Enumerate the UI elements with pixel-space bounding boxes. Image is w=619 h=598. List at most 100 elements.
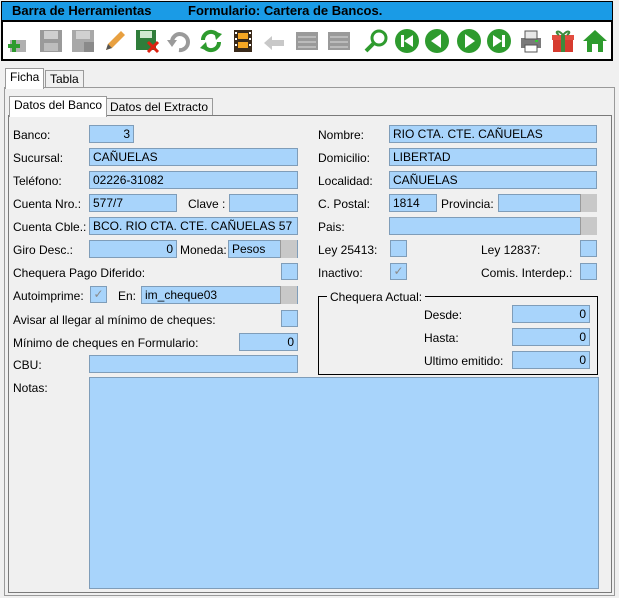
avisar-label: Avisar al llegar al mínimo de cheques:	[13, 313, 216, 327]
toolbar-title: Barra de Herramientas	[12, 3, 152, 18]
ultimo-field[interactable]: 0	[512, 351, 590, 369]
grid-button-2[interactable]	[325, 26, 353, 56]
nombre-label: Nombre:	[318, 128, 365, 142]
add-button[interactable]	[5, 26, 33, 56]
moneda-label: Moneda:	[180, 243, 227, 257]
gift-button[interactable]	[549, 26, 577, 56]
en-dropdown-button[interactable]	[280, 286, 297, 304]
home-icon	[583, 30, 607, 52]
comis-interdep-checkbox[interactable]	[580, 263, 597, 280]
localidad-field[interactable]: CAÑUELAS	[389, 171, 597, 189]
avisar-checkbox[interactable]	[281, 310, 298, 327]
autoimprime-checkbox[interactable]: ✓	[90, 286, 107, 303]
provincia-label: Provincia:	[441, 197, 494, 211]
inactivo-checkbox[interactable]: ✓	[390, 263, 407, 280]
en-select[interactable]: im_cheque03	[141, 286, 298, 304]
tab-ficha[interactable]: Ficha	[5, 68, 45, 89]
provincia-dropdown-button[interactable]	[580, 194, 597, 212]
last-record-button[interactable]	[485, 26, 513, 56]
ultimo-label: Ultimo emitido:	[424, 354, 504, 368]
sucursal-field[interactable]: CAÑUELAS	[89, 148, 298, 166]
telefono-field[interactable]: 02226-31082	[89, 171, 298, 189]
first-record-button[interactable]	[393, 26, 421, 56]
pais-select[interactable]	[389, 217, 597, 235]
print-button[interactable]	[517, 26, 545, 56]
edit-button[interactable]	[101, 26, 129, 56]
notas-textarea[interactable]	[89, 377, 599, 589]
ley25413-checkbox[interactable]	[390, 240, 407, 257]
cuenta-cble-field[interactable]: BCO. RIO CTA. CTE. CAÑUELAS 57	[89, 217, 298, 235]
cbu-label: CBU:	[13, 358, 42, 372]
cpostal-field[interactable]: 1814	[389, 194, 437, 212]
save-disabled-button[interactable]	[69, 26, 97, 56]
cbu-field[interactable]	[89, 355, 298, 373]
grid-button-1[interactable]	[293, 26, 321, 56]
autoimprime-label: Autoimprime:	[13, 289, 84, 303]
desde-field[interactable]: 0	[512, 305, 590, 323]
clave-label: Clave :	[188, 197, 226, 211]
domicilio-label: Domicilio:	[318, 151, 371, 165]
save-button[interactable]	[37, 26, 65, 56]
next-icon	[457, 29, 481, 53]
giro-field[interactable]: 0	[89, 240, 177, 258]
film-icon	[234, 30, 252, 52]
save-red-button[interactable]	[133, 26, 161, 56]
cuenta-cble-label: Cuenta Cble.:	[13, 220, 87, 234]
cuenta-nro-field[interactable]: 577/7	[89, 194, 177, 212]
printer-icon	[521, 30, 541, 53]
inactivo-label: Inactivo:	[318, 266, 363, 280]
minimo-field[interactable]: 0	[239, 333, 298, 351]
form-title: Formulario: Cartera de Bancos.	[188, 3, 383, 18]
previous-record-button[interactable]	[423, 26, 451, 56]
ley25413-label: Ley 25413:	[318, 243, 378, 257]
grid-icon	[296, 32, 318, 50]
banco-label: Banco:	[13, 128, 51, 142]
minimo-label: Mínimo de cheques en Formulario:	[13, 336, 199, 350]
hasta-field[interactable]: 0	[512, 328, 590, 346]
localidad-label: Localidad:	[318, 174, 373, 188]
previous-icon	[425, 29, 449, 53]
ley12837-label: Ley 12837:	[481, 243, 541, 257]
toolbar	[1, 21, 613, 61]
chequera-pago-checkbox[interactable]	[281, 263, 298, 280]
add-icon	[8, 40, 26, 52]
hasta-label: Hasta:	[424, 331, 459, 345]
cpostal-label: C. Postal:	[318, 197, 371, 211]
save-red-icon	[136, 30, 160, 54]
first-icon	[395, 29, 419, 53]
save-disabled-icon	[72, 30, 94, 52]
desde-label: Desde:	[424, 308, 463, 322]
search-icon	[364, 29, 388, 53]
search-button[interactable]	[363, 26, 391, 56]
domicilio-field[interactable]: LIBERTAD	[389, 148, 597, 166]
giro-label: Giro Desc.:	[13, 243, 74, 257]
next-record-button[interactable]	[455, 26, 483, 56]
chequera-actual-title: Chequera Actual:	[327, 290, 426, 304]
moneda-value: Pesos	[232, 242, 266, 256]
en-label: En:	[118, 289, 137, 303]
tab-datos-banco[interactable]: Datos del Banco	[9, 96, 108, 117]
ley12837-checkbox[interactable]	[580, 240, 597, 257]
back-arrow-icon	[264, 36, 284, 50]
cuenta-nro-label: Cuenta Nro.:	[13, 197, 82, 211]
nombre-field[interactable]: RIO CTA. CTE. CAÑUELAS	[389, 125, 597, 143]
pais-label: Pais:	[318, 220, 345, 234]
telefono-label: Teléfono:	[13, 174, 62, 188]
home-button[interactable]	[581, 26, 609, 56]
undo-icon	[167, 32, 190, 53]
moneda-dropdown-button[interactable]	[280, 240, 297, 258]
back-arrow-button[interactable]	[261, 26, 289, 56]
pais-dropdown-button[interactable]	[580, 217, 597, 235]
clave-field[interactable]	[229, 194, 298, 212]
undo-button[interactable]	[165, 26, 193, 56]
chequera-pago-label: Chequera Pago Diferido:	[13, 266, 146, 280]
gift-icon	[552, 30, 574, 52]
sucursal-label: Sucursal:	[13, 151, 64, 165]
en-value: im_cheque03	[145, 288, 218, 302]
edit-icon	[106, 31, 125, 50]
save-icon	[40, 30, 62, 52]
banco-field[interactable]: 3	[89, 125, 134, 143]
film-button[interactable]	[229, 26, 257, 56]
refresh-button[interactable]	[197, 26, 225, 56]
last-icon	[487, 29, 511, 53]
